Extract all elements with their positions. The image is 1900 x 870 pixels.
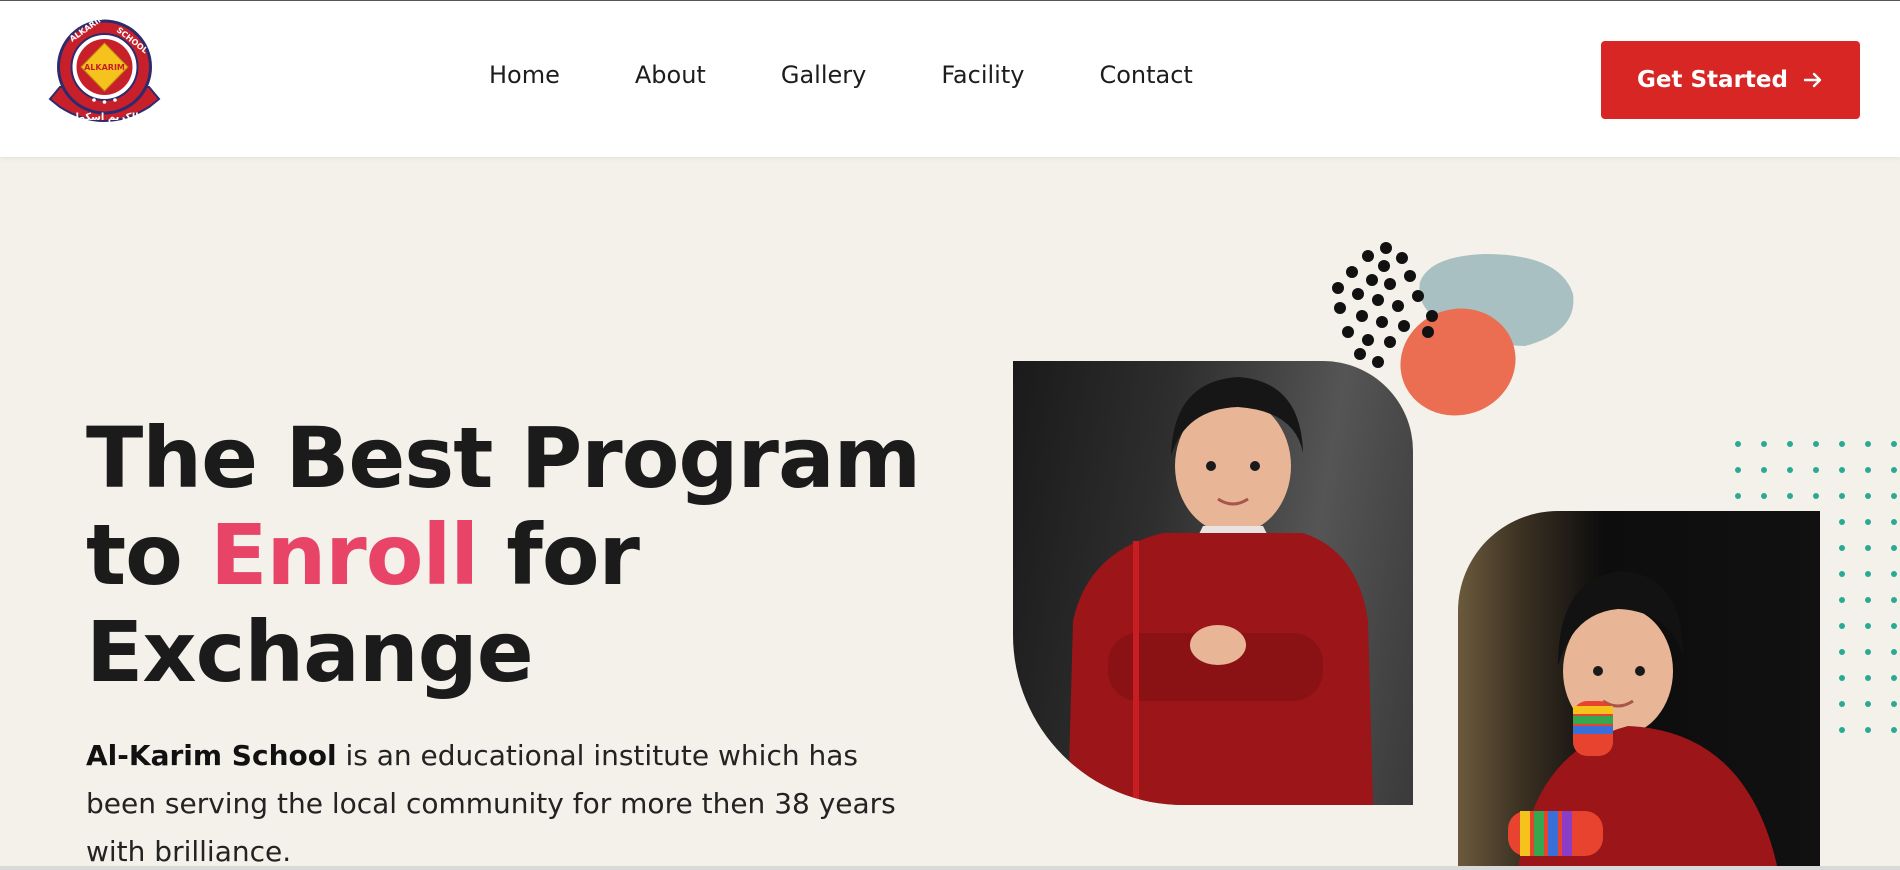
horizontal-scrollbar[interactable] bbox=[0, 866, 1900, 870]
headline-line-3: Exchange bbox=[86, 603, 534, 701]
student-photo-main bbox=[1013, 361, 1413, 805]
headline-accent-word: Enroll bbox=[210, 506, 479, 604]
nav-gallery-link[interactable]: Gallery bbox=[781, 61, 866, 89]
hero-description: Al-Karim School is an educational instit… bbox=[86, 732, 926, 870]
site-header: ALKARIM ALKARIM SCHOOL الکریم اسکول Home… bbox=[0, 0, 1900, 157]
school-name: Al-Karim School bbox=[86, 739, 337, 772]
headline-line-1: The Best Program bbox=[86, 409, 921, 507]
student-figure-main bbox=[1068, 377, 1373, 805]
get-started-button[interactable]: Get Started bbox=[1601, 41, 1860, 119]
nav-home-link[interactable]: Home bbox=[489, 61, 560, 89]
student-photo-secondary bbox=[1458, 511, 1820, 870]
arrow-right-icon bbox=[1803, 72, 1822, 88]
main-nav: Home About Gallery Facility Contact bbox=[489, 61, 1268, 89]
nav-facility-link[interactable]: Facility bbox=[941, 61, 1024, 89]
svg-text:ALKARIM: ALKARIM bbox=[84, 63, 125, 72]
school-logo[interactable]: ALKARIM ALKARIM SCHOOL الکریم اسکول bbox=[42, 17, 167, 142]
nav-contact-link[interactable]: Contact bbox=[1099, 61, 1192, 89]
get-started-label: Get Started bbox=[1637, 67, 1788, 93]
student-figure-secondary bbox=[1508, 571, 1778, 870]
svg-text:الکریم اسکول: الکریم اسکول bbox=[70, 112, 138, 123]
headline-for: for bbox=[506, 506, 640, 604]
headline-to: to bbox=[86, 506, 183, 604]
nav-about-link[interactable]: About bbox=[635, 61, 706, 89]
hero-headline: The Best Program to Enroll for Exchange bbox=[86, 410, 986, 701]
